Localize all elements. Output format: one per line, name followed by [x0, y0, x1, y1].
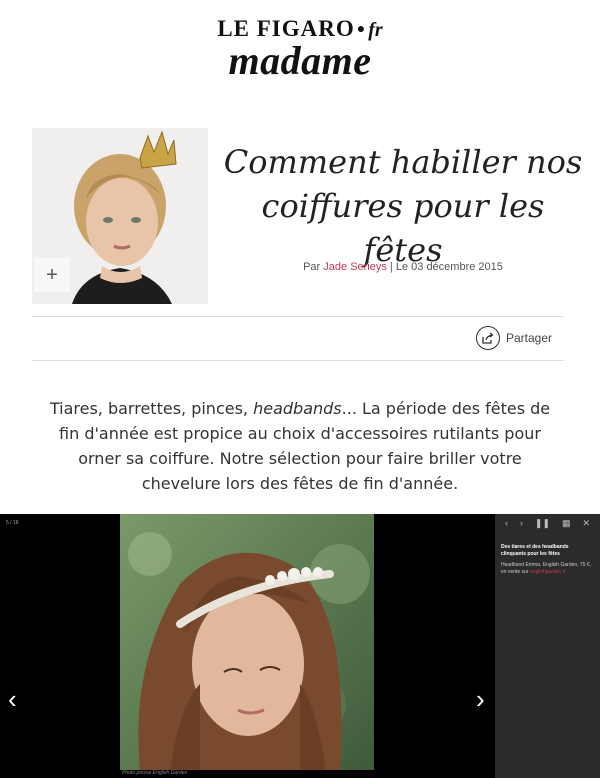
intro-text-start: Tiares, barrettes, pinces,	[49, 399, 254, 418]
caption-shop-link[interactable]: englishgarden.fr	[530, 569, 566, 575]
prev-slide-icon[interactable]: ‹	[505, 518, 508, 532]
logo-madame: madame	[228, 38, 372, 83]
byline-prefix: Par	[303, 261, 324, 273]
share-button[interactable]: Partager	[475, 326, 552, 350]
divider-top	[32, 316, 564, 317]
chevron-right-icon: ›	[476, 684, 485, 714]
gallery-photo-illustration	[120, 514, 374, 770]
pause-icon[interactable]: ❚❚	[535, 518, 550, 532]
close-icon[interactable]: ✕	[582, 518, 590, 532]
share-icon	[475, 326, 500, 350]
publish-date: Le 03 décembre 2015	[395, 261, 503, 273]
divider-bottom	[32, 360, 564, 361]
photo-gallery: 5 / 16 Photo presse English Garden ‹ › ‹…	[0, 514, 600, 778]
gallery-counter: 5 / 16	[6, 520, 19, 526]
byline: Par Jade Serieys | Le 03 décembre 2015	[220, 261, 586, 273]
next-slide-icon[interactable]: ›	[520, 518, 523, 532]
gallery-prev-button[interactable]: ‹	[8, 686, 17, 712]
logo-dot: ●	[356, 22, 367, 37]
gallery-sidebar: ‹ › ❚❚ ▦ ✕ Des tiares et des headbands c…	[495, 514, 600, 778]
chevron-left-icon: ‹	[8, 684, 17, 714]
article-title: Comment habiller nos coiffures pour les …	[223, 143, 583, 269]
plus-icon: +	[46, 263, 58, 286]
gallery-next-button[interactable]: ›	[476, 686, 485, 712]
add-plus-button[interactable]: +	[34, 258, 70, 292]
intro-emphasis: headbands	[253, 399, 342, 418]
photo-credit: Photo presse English Garden	[122, 770, 188, 776]
byline-separator: |	[386, 261, 396, 273]
share-label: Partager	[505, 331, 552, 345]
article-intro: Tiares, barrettes, pinces, headbands... …	[40, 396, 560, 496]
gallery-controls: ‹ › ❚❚ ▦ ✕	[495, 514, 600, 532]
author-link[interactable]: Jade Serieys	[323, 261, 387, 273]
gallery-photo[interactable]	[120, 514, 374, 770]
grid-icon[interactable]: ▦	[562, 518, 571, 532]
caption-title: Des tiares et des headbands clinquants p…	[501, 544, 569, 557]
site-logo[interactable]: LE FIGARO ● fr madame	[0, 16, 600, 81]
hero-image: +	[32, 128, 208, 304]
caption-text: Headband Emma, English Garden, 75 €, en …	[501, 562, 594, 576]
